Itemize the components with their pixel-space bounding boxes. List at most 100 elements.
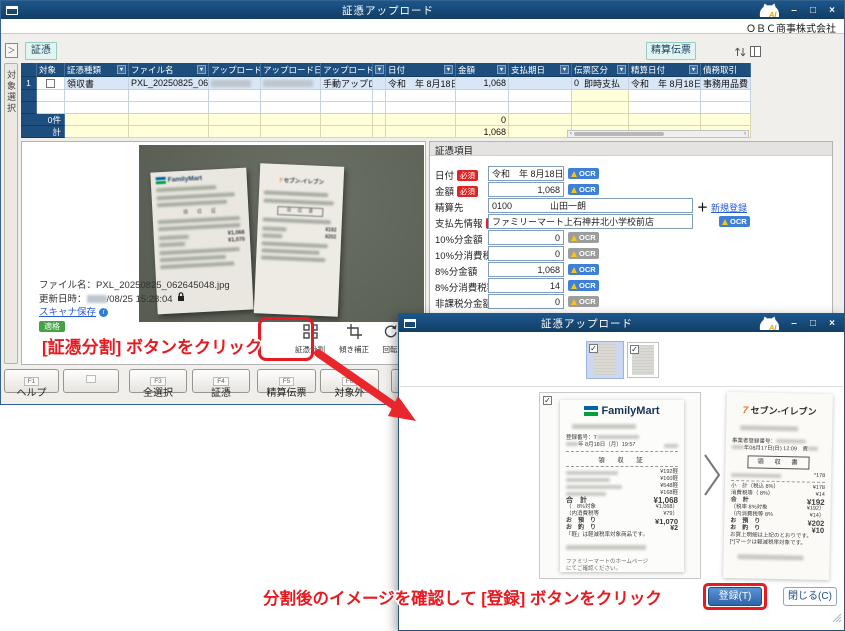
row-upload-method-cell[interactable]: 手動アップロード bbox=[321, 77, 373, 90]
table-row[interactable] bbox=[21, 90, 751, 102]
sort-icon[interactable] bbox=[734, 45, 747, 63]
row-due-date-cell[interactable] bbox=[509, 77, 572, 90]
table-row[interactable] bbox=[21, 102, 751, 114]
exempt-amount-field[interactable]: 0 bbox=[488, 294, 564, 309]
fkey-seisan-denpyo[interactable]: F5精算伝票 bbox=[257, 369, 316, 393]
col-settle-date[interactable]: 精算日付▼ bbox=[629, 63, 701, 77]
minimize-button[interactable]: – bbox=[787, 318, 801, 329]
scroll-thumb[interactable] bbox=[574, 132, 664, 136]
filter-icon[interactable]: ▼ bbox=[117, 65, 126, 74]
row-settle-date-cell[interactable]: 令和 年 8月18日 bbox=[629, 77, 701, 90]
preview-checkbox[interactable]: ✓ bbox=[543, 396, 552, 405]
add-payee-icon[interactable]: ＋ bbox=[697, 199, 708, 215]
close-button[interactable]: × bbox=[825, 318, 839, 329]
row-filename-cell[interactable]: PXL_20250825_0626 bbox=[129, 77, 209, 90]
amount-10-field[interactable]: 0 bbox=[488, 230, 564, 245]
fkey-select-all[interactable]: F3全選択 bbox=[129, 369, 187, 393]
col-upload-datetime[interactable]: アップロード日時▼ bbox=[261, 63, 321, 77]
fkey-shohyo[interactable]: F4証憑 bbox=[192, 369, 250, 393]
seisan-denpyo-button[interactable]: 精算伝票 bbox=[646, 42, 696, 60]
warning-icon bbox=[571, 235, 577, 241]
row-type-cell[interactable]: 領収書 bbox=[65, 77, 129, 90]
resize-grip[interactable] bbox=[831, 610, 842, 628]
row-number: 1 bbox=[21, 77, 37, 90]
close-dialog-button[interactable]: 閉じる(C) bbox=[783, 587, 837, 606]
seven-mark: 7 bbox=[742, 405, 748, 416]
ocr-badge[interactable]: OCR bbox=[568, 296, 599, 307]
payee-info-field[interactable]: ファミリーマート上石神井北小学校前店 bbox=[488, 214, 693, 229]
row-checkbox[interactable] bbox=[46, 79, 55, 88]
col-debt[interactable]: 債務取引 bbox=[701, 63, 751, 77]
scanner-line: スキャナ保存 i bbox=[39, 306, 230, 319]
grid-horizontal-scrollbar[interactable]: ‹ › bbox=[567, 130, 749, 138]
table-row[interactable]: 1 領収書 PXL_20250825_0626 手動アップロード 令和 年 8月… bbox=[21, 77, 751, 90]
ocr-badge[interactable]: OCR bbox=[568, 168, 599, 179]
row-uploader-cell[interactable] bbox=[209, 77, 261, 90]
col-slip-type[interactable]: 伝票区分▼ bbox=[572, 63, 629, 77]
collapse-button[interactable]: ＞ bbox=[5, 43, 18, 58]
sidebar-target-select[interactable]: 対象選択 bbox=[4, 63, 18, 364]
deskew-tool[interactable]: 傾き補正 bbox=[334, 324, 374, 355]
date-field[interactable]: 令和 年 8月18日 bbox=[488, 166, 564, 181]
filter-icon[interactable]: ▼ bbox=[617, 65, 626, 74]
payee-code-field[interactable]: 0100 bbox=[488, 198, 548, 213]
filter-icon[interactable]: ▼ bbox=[375, 65, 384, 74]
thumbnail-1-checkbox[interactable]: ✓ bbox=[589, 344, 598, 353]
ocr-badge[interactable]: OCR bbox=[568, 280, 599, 291]
thumbnail-1[interactable]: ✓ bbox=[586, 341, 624, 379]
col-type[interactable]: 証憑種類▼ bbox=[65, 63, 129, 77]
new-registration-link[interactable]: 新規登録 bbox=[711, 201, 747, 214]
filter-icon[interactable]: ▼ bbox=[197, 65, 206, 74]
required-badge: 必須 bbox=[457, 186, 478, 197]
ocr-badge[interactable]: OCR bbox=[719, 216, 750, 227]
ocr-badge[interactable]: OCR bbox=[568, 248, 599, 259]
warning-icon bbox=[722, 219, 728, 225]
ocr-badge[interactable]: OCR bbox=[568, 232, 599, 243]
fkey-exclude[interactable]: F6対象外 bbox=[320, 369, 379, 393]
filter-icon[interactable]: ▼ bbox=[497, 65, 506, 74]
row-amount-cell[interactable]: 1,068 bbox=[456, 77, 509, 90]
ocr-badge[interactable]: OCR bbox=[568, 184, 599, 195]
tax-10-field[interactable]: 0 bbox=[488, 246, 564, 261]
thumbnail-2[interactable]: ✓ bbox=[627, 342, 659, 378]
row-mini-cell[interactable] bbox=[373, 77, 386, 90]
scanner-save-link[interactable]: スキャナ保存 bbox=[39, 306, 96, 319]
amount-field[interactable]: 1,068 bbox=[488, 182, 564, 197]
col-date[interactable]: 日付▼ bbox=[386, 63, 456, 77]
dialog-status-bar bbox=[399, 612, 844, 630]
row-debt-cell[interactable]: 事務用品費 bbox=[701, 77, 751, 90]
close-button[interactable]: × bbox=[825, 5, 839, 16]
thumbnail-2-checkbox[interactable]: ✓ bbox=[630, 345, 639, 354]
photo-receipt-seveneleven: 7 セブン-イレブン 領 収 書 ¥192 ¥202 bbox=[254, 163, 344, 317]
col-mini[interactable]: ▼ bbox=[373, 63, 386, 77]
fkey-blank[interactable] bbox=[63, 369, 119, 393]
tax-8-field[interactable]: 14 bbox=[488, 278, 564, 293]
col-filename[interactable]: ファイル名▼ bbox=[129, 63, 209, 77]
col-target[interactable]: 対象 bbox=[37, 63, 65, 77]
edit-cell[interactable] bbox=[572, 102, 629, 114]
col-amount[interactable]: 金額▼ bbox=[456, 63, 509, 77]
amount-8-field[interactable]: 1,068 bbox=[488, 262, 564, 277]
filter-icon[interactable]: ▼ bbox=[444, 65, 453, 74]
ocr-badge[interactable]: OCR bbox=[568, 264, 599, 275]
scroll-right-arrow[interactable]: › bbox=[742, 131, 748, 137]
filter-icon[interactable]: ▼ bbox=[689, 65, 698, 74]
column-settings-icon[interactable] bbox=[750, 46, 761, 57]
row-target-cell[interactable] bbox=[37, 77, 65, 90]
maximize-button[interactable]: □ bbox=[806, 318, 820, 329]
info-icon[interactable]: i bbox=[99, 308, 108, 317]
row-slip-type-cell[interactable]: 0即時支払 bbox=[572, 77, 629, 90]
minimize-button[interactable]: – bbox=[787, 5, 801, 16]
familymart-logo-icon bbox=[584, 406, 598, 416]
filter-icon[interactable]: ▼ bbox=[560, 65, 569, 74]
col-uploader[interactable]: アップロード者名▼ bbox=[209, 63, 261, 77]
maximize-button[interactable]: □ bbox=[806, 5, 820, 16]
row-date-cell[interactable]: 令和 年 8月18日 bbox=[386, 77, 456, 90]
tab-shohyo[interactable]: 証憑 bbox=[25, 42, 57, 60]
col-due-date[interactable]: 支払期日▼ bbox=[509, 63, 572, 77]
fkey-help[interactable]: F1ヘルプ bbox=[4, 369, 59, 393]
col-upload-method[interactable]: アップロード方法▼ bbox=[321, 63, 373, 77]
row-upload-datetime-cell[interactable] bbox=[261, 77, 321, 90]
payee-name-field[interactable]: 山田一朗 bbox=[547, 198, 693, 213]
edit-cell[interactable] bbox=[572, 90, 629, 102]
